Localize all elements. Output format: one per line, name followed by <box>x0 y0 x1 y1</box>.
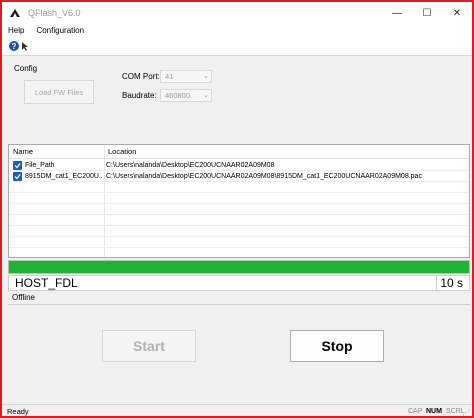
qflash-app-icon <box>8 6 22 20</box>
table-header: Name Location <box>9 145 469 159</box>
status-bar: Ready CAP NUM SCRL ⋰ <box>2 404 472 416</box>
baudrate-value: 460800 <box>165 91 191 100</box>
resize-grip-icon[interactable]: ⋰ <box>462 408 470 416</box>
file-table[interactable]: Name Location File_Path C:\Users\nalanda… <box>8 144 470 258</box>
app-window: QFlash_V6.0 — ☐ ✕ Help Configuration ? C… <box>0 0 474 418</box>
help-pointer-button[interactable]: ? <box>8 40 32 54</box>
stage-label: HOST_FDL <box>15 276 78 290</box>
load-fw-files-button[interactable]: Load FW Files <box>24 80 94 104</box>
maximize-button[interactable]: ☐ <box>412 2 442 24</box>
table-row-empty <box>9 237 469 248</box>
table-row-empty <box>9 226 469 237</box>
menu-bar: Help Configuration <box>2 24 472 38</box>
ready-status: Ready <box>7 407 29 416</box>
com-port-label: COM Port: <box>122 72 160 81</box>
num-lock-indicator: NUM <box>426 408 442 415</box>
table-row-empty <box>9 204 469 215</box>
menu-help[interactable]: Help <box>2 24 30 38</box>
chevron-down-icon: ⌄ <box>203 92 209 99</box>
title-bar[interactable]: QFlash_V6.0 — ☐ ✕ <box>2 2 472 24</box>
progress-fill <box>9 261 469 273</box>
file-location-cell: C:\Users\nalanda\Desktop\EC200UCNAAR02A0… <box>106 173 422 180</box>
column-header-location[interactable]: Location <box>104 145 136 159</box>
config-label: Config <box>14 64 38 73</box>
column-header-name[interactable]: Name <box>9 145 33 159</box>
caps-lock-indicator: CAP <box>408 408 423 415</box>
stop-button[interactable]: Stop <box>290 330 384 362</box>
connection-state: Offline <box>12 293 35 302</box>
toolbar: ? <box>2 38 472 56</box>
config-group: Config Load FW Files COM Port: 41 ⌄ Baud… <box>8 60 470 140</box>
menu-configuration[interactable]: Configuration <box>30 24 90 38</box>
com-port-value: 41 <box>165 72 174 81</box>
elapsed-divider <box>436 276 437 291</box>
file-checkbox[interactable] <box>13 172 22 181</box>
table-row[interactable]: File_Path C:\Users\nalanda\Desktop\EC200… <box>9 160 469 171</box>
baudrate-select[interactable]: 460800 ⌄ <box>160 89 212 102</box>
table-row-empty <box>9 193 469 204</box>
elapsed-time: 10 s <box>440 276 463 290</box>
table-row-empty <box>9 182 469 193</box>
close-button[interactable]: ✕ <box>442 2 472 24</box>
table-row[interactable]: 8915DM_cat1_EC200U... C:\Users\nalanda\D… <box>9 171 469 182</box>
start-button[interactable]: Start <box>102 330 196 362</box>
minimize-button[interactable]: — <box>382 2 412 24</box>
state-divider <box>8 304 470 305</box>
file-location-cell: C:\Users\nalanda\Desktop\EC200UCNAAR02A0… <box>106 162 275 169</box>
chevron-down-icon: ⌄ <box>203 73 209 80</box>
help-pointer-icon: ? <box>8 40 30 54</box>
file-name-cell: 8915DM_cat1_EC200U... <box>25 173 103 180</box>
com-port-select[interactable]: 41 ⌄ <box>160 70 212 83</box>
baudrate-label: Baudrate: <box>122 91 157 100</box>
table-row-empty <box>9 215 469 226</box>
file-checkbox[interactable] <box>13 161 22 170</box>
status-strip: HOST_FDL 10 s <box>8 275 470 291</box>
svg-text:?: ? <box>12 42 17 51</box>
file-name-cell: File_Path <box>25 162 55 169</box>
window-title: QFlash_V6.0 <box>28 8 81 18</box>
progress-bar <box>8 260 470 274</box>
